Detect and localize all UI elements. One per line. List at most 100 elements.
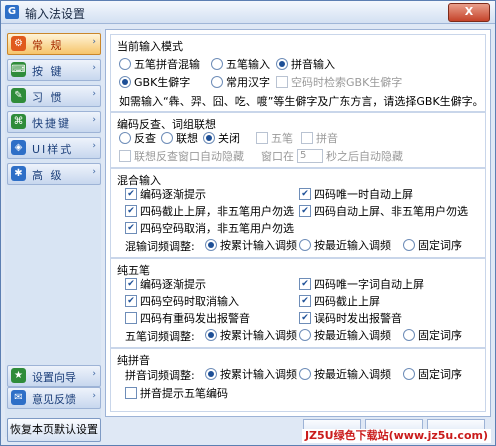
pinyin-order-fixed-radio[interactable]: 固定词序 (403, 367, 462, 381)
checkbox[interactable]: ✔ (125, 205, 137, 217)
checkbox[interactable] (125, 312, 137, 324)
checkbox[interactable] (125, 387, 137, 399)
checkbox[interactable]: ✔ (299, 312, 311, 324)
mixed-auto-commit-checkbox[interactable]: ✔ 四码自动上屏、非五笔用户勿选 (299, 204, 468, 218)
radio-button[interactable] (299, 368, 311, 380)
wubi-empty-cancel-checkbox[interactable]: ✔ 四码空码时取消输入 (125, 294, 239, 308)
wubi-order-recent-radio[interactable]: 按最近输入调频 (299, 328, 391, 342)
charset-common-radio[interactable]: 常用汉字 (211, 75, 270, 89)
radio-button[interactable] (161, 132, 173, 144)
radio-button[interactable] (211, 58, 223, 70)
nav-item-keys[interactable]: ⌨ 按 键 › (7, 59, 101, 81)
chevron-right-icon: › (92, 391, 96, 401)
nav-item-hotkeys[interactable]: ⌘ 快捷键 › (7, 111, 101, 133)
sidebar: ⚙ 常 规 › ⌨ 按 键 › ✎ 习 惯 › ⌘ 快捷键 › ◈ UI样式 ›… (5, 29, 101, 437)
radio-button[interactable] (205, 329, 217, 341)
radio-button[interactable] (119, 76, 131, 88)
checkbox-label: 空码时检索GBK生僻字 (291, 76, 403, 89)
association-radio[interactable]: 联想 (161, 131, 198, 145)
gbk-search-checkbox[interactable]: 空码时检索GBK生僻字 (276, 75, 402, 89)
radio-label: 联想 (176, 132, 198, 145)
wubi-dup-alarm-checkbox[interactable]: 四码有重码发出报警音 (125, 311, 250, 325)
radio-button[interactable] (119, 132, 131, 144)
wubi-cutoff-checkbox[interactable]: ✔ 四码截止上屏 (299, 294, 380, 308)
nav-item-habit[interactable]: ✎ 习 惯 › (7, 85, 101, 107)
radio-button[interactable] (299, 329, 311, 341)
nav-item-setup-wizard[interactable]: ★ 设置向导 › (7, 365, 101, 387)
nav-item-ui-style[interactable]: ◈ UI样式 › (7, 137, 101, 159)
pinyin-order-cumulative-radio[interactable]: 按累计输入调频 (205, 367, 297, 381)
mixed-order-fixed-radio[interactable]: 固定词序 (403, 238, 462, 252)
checkbox[interactable]: ✔ (299, 205, 311, 217)
wubi-order-fixed-radio[interactable]: 固定词序 (403, 328, 462, 342)
chevron-right-icon: › (92, 63, 96, 73)
charset-gbk-radio[interactable]: GBK生僻字 (119, 75, 190, 89)
checkbox[interactable]: ✔ (299, 188, 311, 200)
radio-label: 五笔拼音混输 (134, 58, 200, 71)
mixed-empty-cancel-checkbox[interactable]: ✔ 四码空码取消，非五笔用户勿选 (125, 221, 294, 235)
mixed-unique-auto-checkbox[interactable]: ✔ 四码唯一时自动上屏 (299, 187, 413, 201)
radio-label: 按最近输入调频 (314, 368, 391, 381)
radio-button[interactable] (403, 329, 415, 341)
off-radio[interactable]: 关闭 (203, 131, 240, 145)
checkbox-label: 四码有重码发出报警音 (140, 312, 250, 325)
nav-label: 设置向导 (32, 371, 76, 384)
checkbox-label: 拼音提示五笔编码 (140, 387, 228, 400)
checkbox[interactable]: ✔ (299, 295, 311, 307)
checkbox[interactable] (119, 150, 131, 162)
group-title: 编码反查、词组联想 (117, 118, 216, 131)
reverse-wubi-checkbox[interactable]: 五笔 (256, 131, 293, 145)
checkbox[interactable] (301, 132, 313, 144)
radio-button[interactable] (403, 368, 415, 380)
mixed-order-recent-radio[interactable]: 按最近输入调频 (299, 238, 391, 252)
wubi-error-alarm-checkbox[interactable]: ✔ 误码时发出报警音 (299, 311, 402, 325)
close-button[interactable]: X (448, 3, 490, 22)
mixed-cutoff-checkbox[interactable]: ✔ 四码截止上屏，非五笔用户勿选 (125, 204, 294, 218)
wubi-unique-auto-checkbox[interactable]: ✔ 四码唯一字词自动上屏 (299, 277, 424, 291)
wubi-order-cumulative-radio[interactable]: 按累计输入调频 (205, 328, 297, 342)
nav-item-general[interactable]: ⚙ 常 规 › (7, 33, 101, 55)
radio-button[interactable] (276, 58, 288, 70)
mixed-order-cumulative-radio[interactable]: 按累计输入调频 (205, 238, 297, 252)
reverse-lookup-radio[interactable]: 反查 (119, 131, 156, 145)
radio-button[interactable] (403, 239, 415, 251)
checkbox[interactable]: ✔ (125, 188, 137, 200)
nav-item-feedback[interactable]: ✉ 意见反馈 › (7, 387, 101, 409)
nav-label: 意见反馈 (32, 393, 76, 406)
radio-button[interactable] (205, 239, 217, 251)
checkbox-label: 四码空码时取消输入 (140, 295, 239, 308)
radio-button[interactable] (205, 368, 217, 380)
radio-label: 固定词序 (418, 329, 462, 342)
mode-wubi-pinyin-radio[interactable]: 五笔拼音混输 (119, 57, 200, 71)
radio-button[interactable] (119, 58, 131, 70)
seconds-suffix: 秒之后自动隐藏 (326, 150, 403, 163)
pinyin-wubi-hint-checkbox[interactable]: 拼音提示五笔编码 (125, 386, 228, 400)
current-mode-group: 当前输入模式 五笔拼音混输 五笔输入 拼音输入 GBK生僻字 常用汉字 空码时检… (110, 34, 486, 112)
checkbox[interactable]: ✔ (125, 278, 137, 290)
radio-button[interactable] (203, 132, 215, 144)
chevron-right-icon: › (92, 167, 96, 177)
reverse-pinyin-checkbox[interactable]: 拼音 (301, 131, 338, 145)
skin-icon: ◈ (11, 140, 26, 155)
pinyin-order-recent-radio[interactable]: 按最近输入调频 (299, 367, 391, 381)
radio-label: 按最近输入调频 (314, 239, 391, 252)
window-label: 窗口在 (261, 150, 294, 163)
mixed-hint-checkbox[interactable]: ✔ 编码逐渐提示 (125, 187, 206, 201)
autohide-checkbox[interactable]: 联想反查窗口自动隐藏 (119, 149, 244, 163)
checkbox[interactable] (256, 132, 268, 144)
chevron-right-icon: › (92, 37, 96, 47)
wubi-hint-checkbox[interactable]: ✔ 编码逐渐提示 (125, 277, 206, 291)
checkbox[interactable]: ✔ (125, 295, 137, 307)
checkbox[interactable]: ✔ (299, 278, 311, 290)
general-icon: ⚙ (11, 36, 26, 51)
reset-defaults-button[interactable]: 恢复本页默认设置 (7, 418, 101, 442)
checkbox[interactable]: ✔ (125, 222, 137, 234)
nav-item-advanced[interactable]: ✱ 高 级 › (7, 163, 101, 185)
radio-button[interactable] (211, 76, 223, 88)
mode-pinyin-radio[interactable]: 拼音输入 (276, 57, 335, 71)
checkbox[interactable] (276, 76, 288, 88)
mode-wubi-radio[interactable]: 五笔输入 (211, 57, 270, 71)
radio-button[interactable] (299, 239, 311, 251)
seconds-input[interactable]: 5 (297, 149, 323, 163)
nav-label: UI样式 (32, 143, 74, 156)
